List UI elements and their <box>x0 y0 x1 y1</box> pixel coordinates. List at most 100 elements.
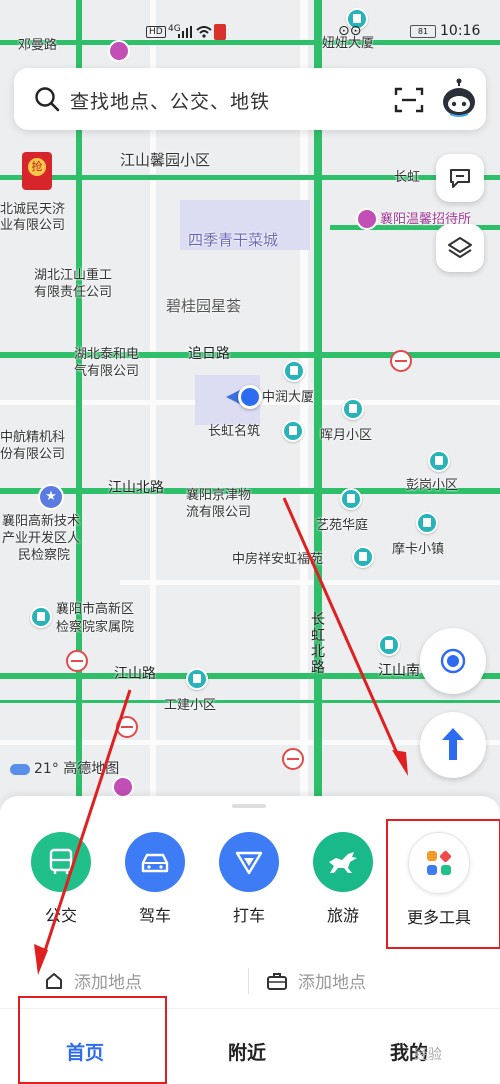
tool-label: 驾车 <box>138 906 171 925</box>
map-road-green <box>0 700 500 703</box>
map-label[interactable]: 流有限公司 <box>186 505 251 521</box>
no-entry-icon <box>116 716 138 738</box>
red-packet-icon[interactable]: 抢 <box>22 152 52 190</box>
layers-icon <box>447 235 473 265</box>
briefcase-icon <box>266 971 288 996</box>
status-bar: HD 4G ⊙⊙ 81 10:16 <box>0 22 500 48</box>
tab-nearby[interactable]: 附近 <box>228 1038 266 1065</box>
drag-handle[interactable] <box>232 804 266 808</box>
route-arrow-icon <box>438 726 468 766</box>
map-label[interactable]: 碧桂园星荟 <box>166 298 241 314</box>
layers-button[interactable] <box>436 224 484 272</box>
road-label: 追日路 <box>188 346 230 362</box>
poi-icon[interactable] <box>352 546 374 568</box>
add-work-place[interactable]: 添加地点 <box>266 968 366 996</box>
search-input[interactable]: 查找地点、公交、地铁 <box>70 87 270 114</box>
add-home-label: 添加地点 <box>74 973 142 993</box>
map-label[interactable]: 四季青干菜城 <box>188 232 278 248</box>
annotation-box-home-tab <box>18 996 167 1084</box>
add-home-place[interactable]: 添加地点 <box>44 968 142 996</box>
clock: 10:16 <box>440 23 481 39</box>
poi-icon[interactable] <box>416 512 438 534</box>
map-label[interactable]: 江山馨园小区 <box>120 152 210 168</box>
weather-text: 21° 高德地图 <box>34 761 120 777</box>
no-entry-icon <box>390 350 412 372</box>
route-button[interactable] <box>420 712 486 778</box>
divider <box>248 968 249 994</box>
map-label[interactable]: 长虹名筑 <box>208 424 260 440</box>
map-label[interactable]: 中航精机科 <box>0 430 65 446</box>
map-label[interactable]: 艺苑华庭 <box>316 518 368 534</box>
poi-icon[interactable] <box>428 450 450 472</box>
horse-icon <box>313 832 373 892</box>
no-entry-icon <box>66 650 88 672</box>
feedback-button[interactable] <box>436 154 484 202</box>
poi-pin[interactable] <box>356 208 378 230</box>
map-label[interactable]: 襄阳市高新区 <box>56 602 134 618</box>
cloud-icon <box>10 763 30 775</box>
tool-label: 旅游 <box>326 906 359 925</box>
poi-icon[interactable] <box>283 360 305 382</box>
wifi-icon <box>196 26 212 42</box>
map-label[interactable]: 襄阳京津物 <box>186 488 251 504</box>
map-label[interactable]: 彭岗小区 <box>406 478 458 494</box>
poi-icon[interactable] <box>30 606 52 628</box>
road-label-vertical: 长虹北路 <box>311 612 325 676</box>
map-label[interactable]: 气有限公司 <box>74 364 139 380</box>
mic-icon <box>214 24 226 40</box>
map-label[interactable]: 检察院家属院 <box>56 620 134 636</box>
tool-label: 公交 <box>44 906 77 925</box>
map-label[interactable]: 晖月小区 <box>320 428 372 444</box>
map-label[interactable]: 湖北江山重工 <box>34 268 112 284</box>
tool-travel[interactable]: 旅游 <box>296 832 390 926</box>
locate-icon <box>439 647 467 675</box>
locate-me-button[interactable] <box>420 628 486 694</box>
map-road <box>120 580 500 585</box>
scan-icon[interactable] <box>394 86 424 118</box>
taxi-icon <box>219 832 279 892</box>
poi-icon[interactable] <box>342 398 364 420</box>
poi-icon[interactable] <box>186 668 208 690</box>
bus-icon <box>31 832 91 892</box>
search-icon <box>34 86 60 116</box>
car-icon <box>125 832 185 892</box>
map-label[interactable]: 长虹 <box>394 170 420 186</box>
tool-taxi[interactable]: 打车 <box>202 832 296 926</box>
map-label[interactable]: 有限责任公司 <box>34 285 112 301</box>
map-road-green <box>0 175 500 180</box>
tool-drive[interactable]: 驾车 <box>108 832 202 926</box>
map-label[interactable]: 襄阳高新技术 <box>2 514 80 530</box>
signal-icon <box>178 26 192 38</box>
annotation-box-more-tools <box>386 819 500 949</box>
map-label[interactable]: 摩卡小镇 <box>392 542 444 558</box>
assistant-icon[interactable] <box>440 78 478 118</box>
add-work-label: 添加地点 <box>298 973 366 993</box>
map-label[interactable]: 北诚民天济 <box>0 202 65 218</box>
map-label[interactable]: 份有限公司 <box>0 447 65 463</box>
map-label[interactable]: 湖北泰和电 <box>74 347 139 363</box>
nav-status-icon: ⊙⊙ <box>338 23 362 39</box>
battery-icon: 81 <box>410 25 436 38</box>
tool-bus[interactable]: 公交 <box>14 832 108 926</box>
map-label[interactable]: 中房祥安虹福苑 <box>232 552 323 568</box>
no-entry-icon <box>282 748 304 770</box>
tool-label: 打车 <box>232 906 265 925</box>
poi-icon[interactable] <box>282 420 304 442</box>
star-poi-icon[interactable]: ★ <box>38 484 64 510</box>
search-bar[interactable]: 查找地点、公交、地铁 <box>14 68 486 130</box>
road-label: 江山南 <box>378 663 420 679</box>
current-location-marker <box>226 385 262 409</box>
message-icon <box>448 167 472 193</box>
map-label[interactable]: 业有限公司 <box>0 218 65 234</box>
poi-icon[interactable] <box>340 488 362 510</box>
hd-badge: HD <box>146 26 166 38</box>
watermark: 经验 <box>414 1047 442 1063</box>
poi-icon[interactable] <box>378 634 400 656</box>
map-label[interactable]: 中润大厦 <box>262 390 314 406</box>
map-label[interactable]: 民检察院 <box>18 548 70 564</box>
map-label[interactable]: 产业开发区人 <box>2 531 80 547</box>
poi-pin[interactable] <box>112 776 134 798</box>
road-label: 江山路 <box>114 666 156 682</box>
map-label[interactable]: 工建小区 <box>164 698 216 714</box>
weather-label: 21° 高德地图 <box>10 758 119 778</box>
